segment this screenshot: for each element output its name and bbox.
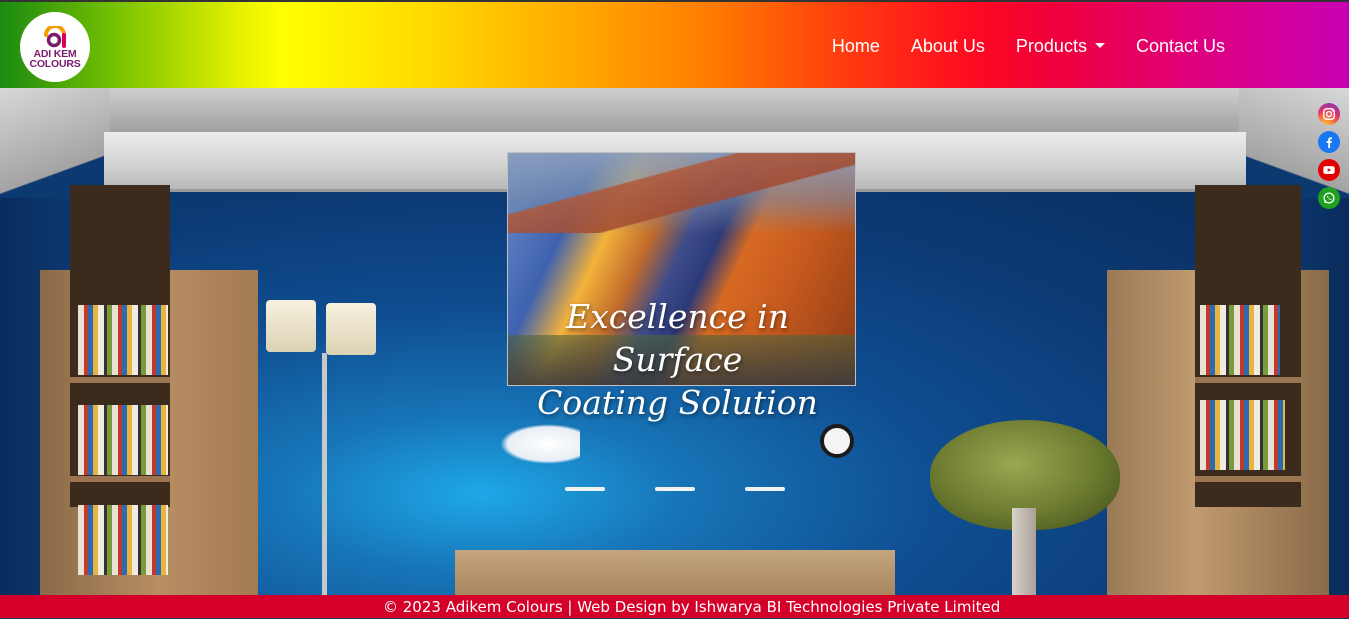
youtube-icon[interactable] bbox=[1318, 159, 1340, 181]
social-links bbox=[1318, 103, 1340, 209]
whatsapp-icon[interactable] bbox=[1318, 187, 1340, 209]
site-footer: © 2023 Adikem Colours | Web Design by Is… bbox=[0, 595, 1349, 618]
floor-lamp bbox=[322, 353, 327, 595]
nav-contact-us[interactable]: Contact Us bbox=[1136, 36, 1225, 57]
nav-products[interactable]: Products bbox=[1016, 36, 1105, 57]
facebook-icon[interactable] bbox=[1318, 131, 1340, 153]
nav-products-label: Products bbox=[1015, 36, 1087, 56]
site-header: ADI KEM COLOURS Home About Us Products C… bbox=[0, 0, 1349, 88]
bookshelf-right bbox=[1107, 270, 1329, 595]
adikem-logo-icon bbox=[42, 23, 68, 48]
hero-wall bbox=[104, 192, 1246, 595]
nav-about-us-label: About Us bbox=[910, 36, 985, 56]
bookshelf-left bbox=[40, 270, 258, 595]
nav-contact-us-label: Contact Us bbox=[1135, 36, 1225, 56]
hero-crown-molding bbox=[104, 132, 1246, 192]
main-nav: Home About Us Products Contact Us bbox=[801, 36, 1225, 57]
brand-logo[interactable]: ADI KEM COLOURS bbox=[20, 12, 90, 82]
nav-home[interactable]: Home bbox=[832, 36, 880, 57]
nav-home-label: Home bbox=[831, 36, 880, 56]
bonsai-trunk bbox=[1012, 508, 1036, 595]
nav-about-us[interactable]: About Us bbox=[911, 36, 985, 57]
instagram-icon[interactable] bbox=[1318, 103, 1340, 125]
tv-cabinet bbox=[455, 550, 895, 595]
logo-text-line2: COLOURS bbox=[29, 57, 81, 70]
chevron-down-icon bbox=[1094, 42, 1105, 48]
hero-crown-left bbox=[0, 88, 110, 198]
footer-copyright: © 2023 Adikem Colours | Web Design by Is… bbox=[383, 598, 1001, 616]
hero-banner bbox=[0, 88, 1349, 595]
logo-text-line1: ADI KEM bbox=[33, 47, 77, 60]
